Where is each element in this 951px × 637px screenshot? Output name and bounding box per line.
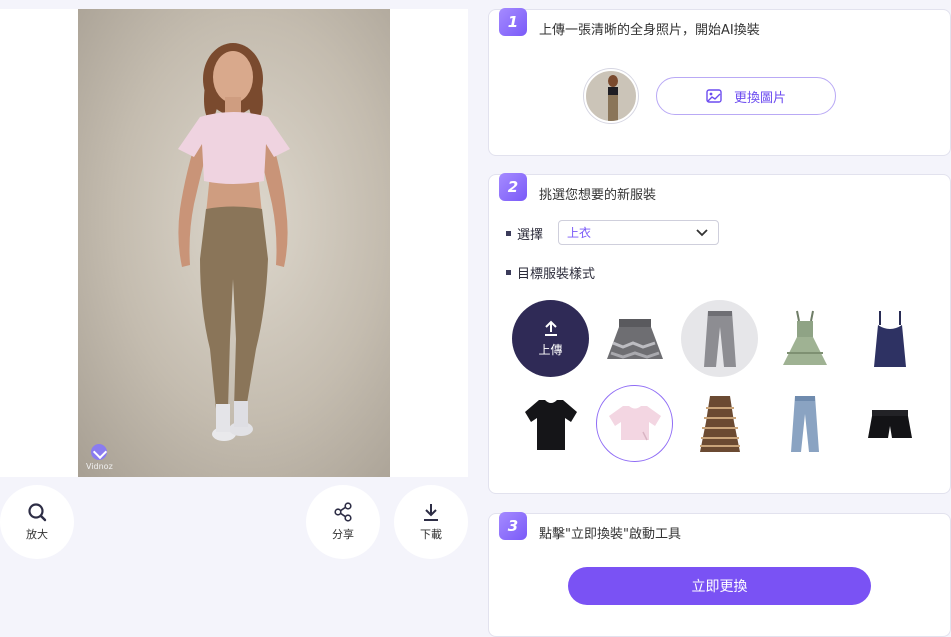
search-icon [28, 503, 47, 522]
green-dress-image [782, 310, 827, 365]
upload-garment-button[interactable]: 上傳 [512, 300, 589, 377]
download-icon [424, 504, 438, 521]
chevron-down-icon [696, 228, 708, 236]
upload-arrow-icon [544, 320, 557, 336]
garment-pink-crop-top[interactable] [596, 385, 673, 462]
step2-title: 挑選您想要的新服裝 [539, 188, 657, 203]
share-button[interactable]: 分享 [306, 485, 380, 559]
navy-tank-top-image [873, 310, 906, 367]
brand-text: Vidnoz [86, 462, 113, 471]
step3-card: 3 點擊"立即換裝"啟動工具 立即更換 [488, 512, 951, 637]
model-figure [178, 43, 290, 441]
style-row-label: 目標服裝樣式 [506, 263, 595, 282]
step2-badge: 2 [499, 173, 527, 201]
pink-crop-top-image [608, 405, 661, 440]
garment-navy-tank-top[interactable] [851, 300, 928, 377]
download-button[interactable]: 下載 [394, 485, 468, 559]
vidnoz-logo-icon [91, 444, 108, 460]
style-label: 目標服裝樣式 [517, 267, 596, 282]
step1-badge: 1 [499, 8, 527, 36]
select-label: 選擇 [517, 228, 544, 243]
garment-black-shorts[interactable] [851, 385, 928, 462]
garment-green-dress[interactable] [766, 300, 843, 377]
uploaded-photo-thumbnail[interactable] [584, 69, 638, 123]
garment-blue-jeans[interactable] [766, 385, 843, 462]
download-label: 下載 [420, 528, 442, 541]
black-shorts-image [867, 409, 912, 438]
garment-skirt[interactable] [596, 300, 673, 377]
grey-jeans-image [703, 310, 736, 367]
replace-image-label: 更換圖片 [733, 90, 786, 106]
model-photo: Vidnoz [78, 9, 390, 477]
zoom-label: 放大 [26, 528, 48, 541]
replace-image-button[interactable]: 更換圖片 [656, 77, 836, 115]
step3-title: 點擊"立即換裝"啟動工具 [539, 527, 681, 542]
upload-label: 上傳 [538, 343, 563, 357]
share-label: 分享 [332, 528, 354, 541]
select-row-label: 選擇 [506, 224, 543, 243]
bullet-icon [506, 231, 511, 236]
bullet-icon [506, 270, 511, 275]
garment-jeans-grey[interactable] [681, 300, 758, 377]
step1-title: 上傳一張清晰的全身照片，開始AI換裝 [539, 23, 760, 38]
blue-jeans-image [790, 395, 819, 452]
share-icon [334, 502, 352, 522]
category-select[interactable]: 上衣 [558, 220, 719, 245]
image-icon [706, 89, 722, 103]
black-tshirt-image [524, 399, 577, 450]
step2-card: 2 挑選您想要的新服裝 選擇 上衣 目標服裝樣式 上傳 [488, 173, 951, 494]
swap-now-button[interactable]: 立即更換 [568, 567, 871, 605]
category-select-value: 上衣 [567, 226, 592, 240]
skirt-image [606, 318, 663, 359]
step1-card: 1 上傳一張清晰的全身照片，開始AI換裝 更換圖片 [488, 8, 951, 156]
striped-dress-image [699, 395, 740, 452]
garment-striped-dress[interactable] [681, 385, 758, 462]
garment-black-tshirt[interactable] [512, 385, 589, 462]
brand-watermark: Vidnoz [86, 444, 113, 471]
zoom-button[interactable]: 放大 [0, 485, 74, 559]
step3-badge: 3 [499, 512, 527, 540]
